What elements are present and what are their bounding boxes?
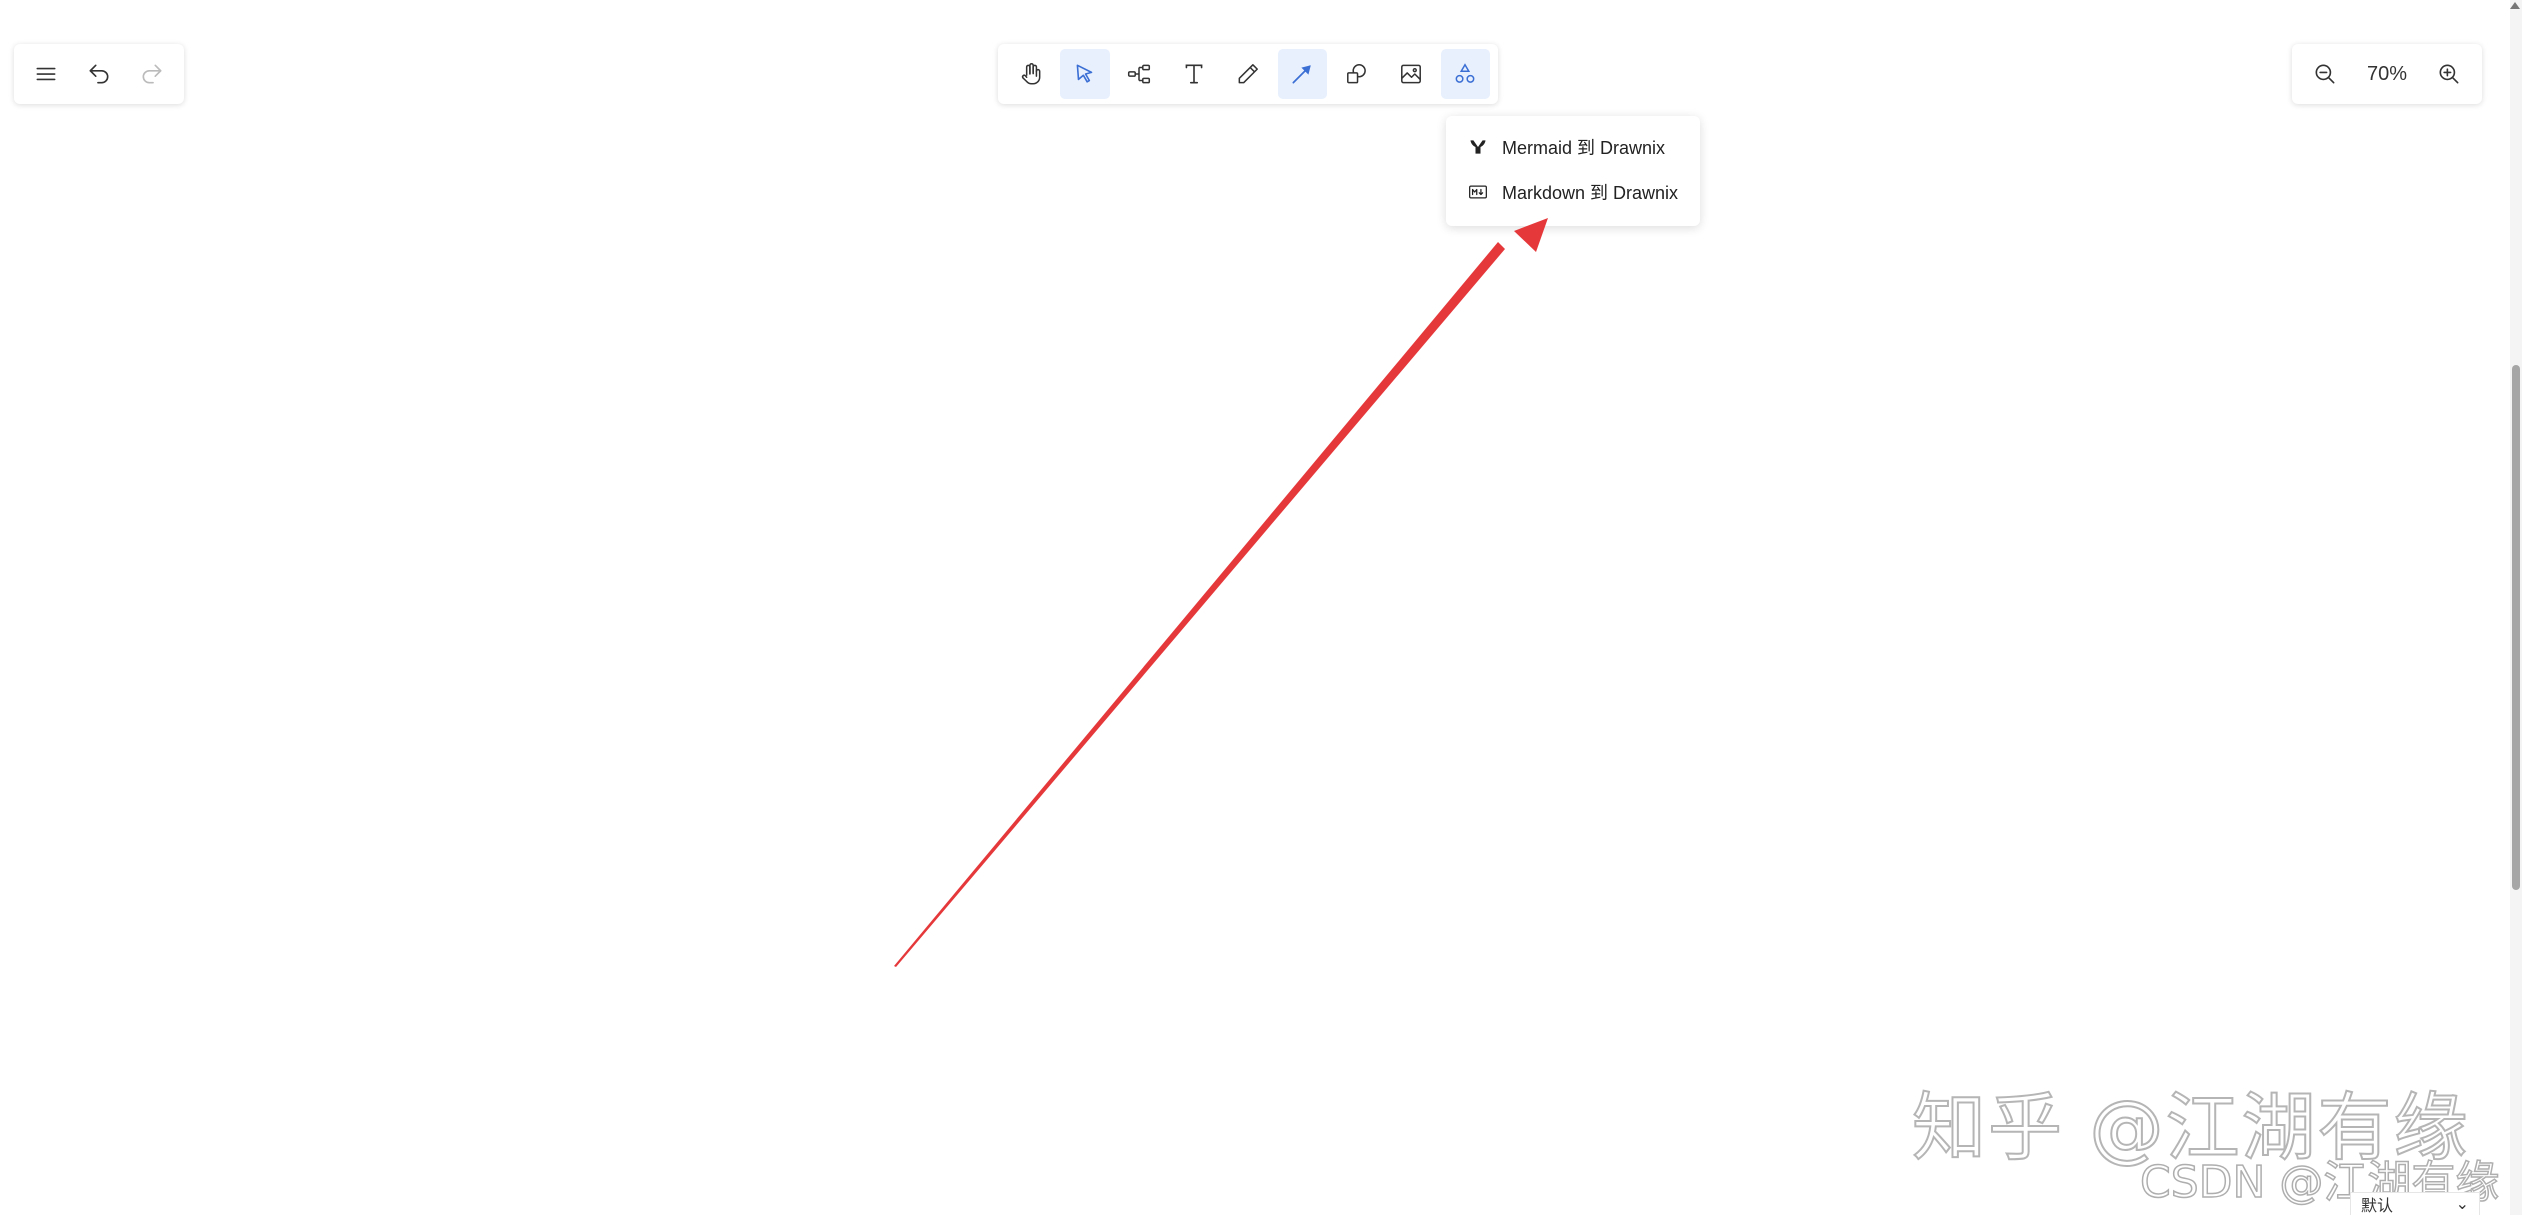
markdown-to-drawnix-item[interactable]: Markdown 到 Drawnix	[1446, 169, 1700, 214]
mindmap-icon	[1128, 64, 1151, 84]
zoom-in-icon	[2439, 64, 2459, 84]
extra-tools-icon	[1455, 63, 1475, 83]
zoom-level[interactable]: 70%	[2357, 63, 2417, 86]
zoom-panel: 70%	[2292, 44, 2482, 104]
app-menu-panel	[14, 44, 184, 104]
scrollbar-thumb[interactable]	[2512, 365, 2520, 890]
extra-tools-dropdown: Mermaid 到 Drawnix Markdown 到 Drawnix	[1446, 116, 1700, 226]
selection-tool-button[interactable]	[1060, 49, 1110, 99]
dropdown-item-label: Markdown 到 Drawnix	[1502, 182, 1679, 203]
extra-tools-button[interactable]	[1440, 49, 1490, 99]
pencil-icon	[1238, 64, 1258, 84]
mind-map-tool-button[interactable]	[1115, 49, 1164, 99]
undo-icon	[89, 64, 109, 84]
shape-tool-button[interactable]	[1332, 49, 1381, 99]
hamburger-icon	[36, 67, 56, 81]
main-toolbar	[998, 44, 1498, 104]
mermaid-icon	[1470, 139, 1486, 154]
text-icon	[1185, 64, 1203, 84]
hamburger-menu-button[interactable]	[22, 49, 69, 99]
hand-tool-button[interactable]	[1006, 49, 1055, 99]
zoom-out-icon	[2315, 64, 2335, 84]
chevron-down-icon: ⌄	[2455, 1196, 2469, 1213]
image-icon	[1400, 64, 1421, 84]
redo-button[interactable]	[129, 49, 176, 99]
arrow-tool-button[interactable]	[1277, 49, 1327, 99]
drawing-canvas[interactable]	[0, 0, 2522, 1215]
zoom-out-button[interactable]	[2300, 49, 2350, 99]
pointer-icon	[1076, 64, 1093, 83]
selector-label: 默认	[2361, 1198, 2394, 1215]
arrow-icon	[1292, 65, 1312, 84]
dropdown-item-label: Mermaid 到 Drawnix	[1502, 137, 1666, 158]
bottom-right-selector[interactable]: 默认 ⌄	[2350, 1192, 2480, 1215]
redo-icon	[142, 64, 162, 84]
image-tool-button[interactable]	[1386, 49, 1435, 99]
shapes-icon	[1346, 64, 1366, 84]
mermaid-to-drawnix-item[interactable]: Mermaid 到 Drawnix	[1446, 124, 1700, 169]
text-tool-button[interactable]	[1169, 49, 1218, 99]
zoom-in-button[interactable]	[2424, 49, 2474, 99]
undo-button[interactable]	[75, 49, 122, 99]
hand-icon	[1021, 63, 1041, 85]
pen-tool-button[interactable]	[1223, 49, 1272, 99]
markdown-icon	[1469, 185, 1487, 198]
scroll-up-arrow-icon[interactable]	[2510, 2, 2520, 9]
